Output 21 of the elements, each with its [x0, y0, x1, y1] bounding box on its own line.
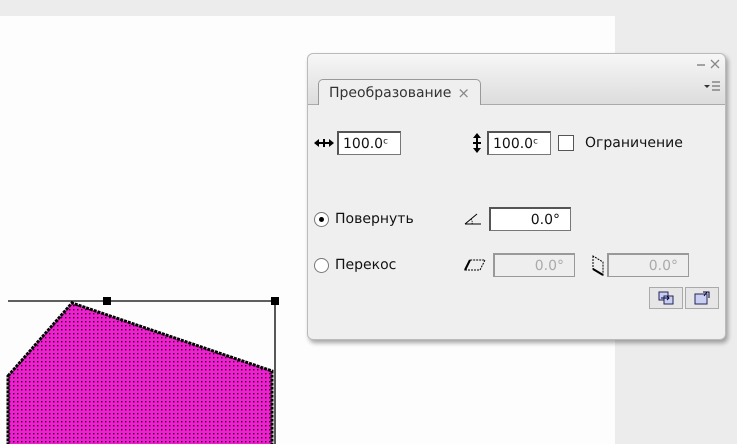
constrain-checkbox[interactable]	[558, 135, 574, 151]
horizontal-scale-icon	[314, 138, 334, 148]
constrain-label: Ограничение	[585, 135, 683, 151]
mode-label: Повернуть	[335, 211, 415, 227]
height-field[interactable]: 100.0ᶜ	[487, 131, 551, 155]
horizontal-skew-icon	[463, 258, 487, 272]
copy-transform-button[interactable]	[649, 287, 683, 309]
vertical-skew-icon	[591, 254, 605, 276]
mode-radio[interactable]	[314, 212, 329, 226]
mode-label: Перекос	[335, 257, 398, 273]
angle-icon	[463, 212, 483, 226]
vertical-scale-icon	[472, 133, 482, 153]
angle-field[interactable]: 0.0°	[489, 207, 571, 231]
apply-transform-button[interactable]	[685, 287, 719, 309]
panel-tab[interactable]: Преобразование ×	[318, 79, 481, 105]
mode-radio[interactable]	[314, 258, 329, 272]
duplicate-icon	[658, 291, 674, 305]
reference-point-icon	[694, 291, 710, 305]
minimize-close-icon[interactable]	[695, 58, 721, 70]
width-field[interactable]: 100.0ᶜ	[337, 131, 401, 155]
panel-menu-icon[interactable]	[703, 80, 721, 92]
